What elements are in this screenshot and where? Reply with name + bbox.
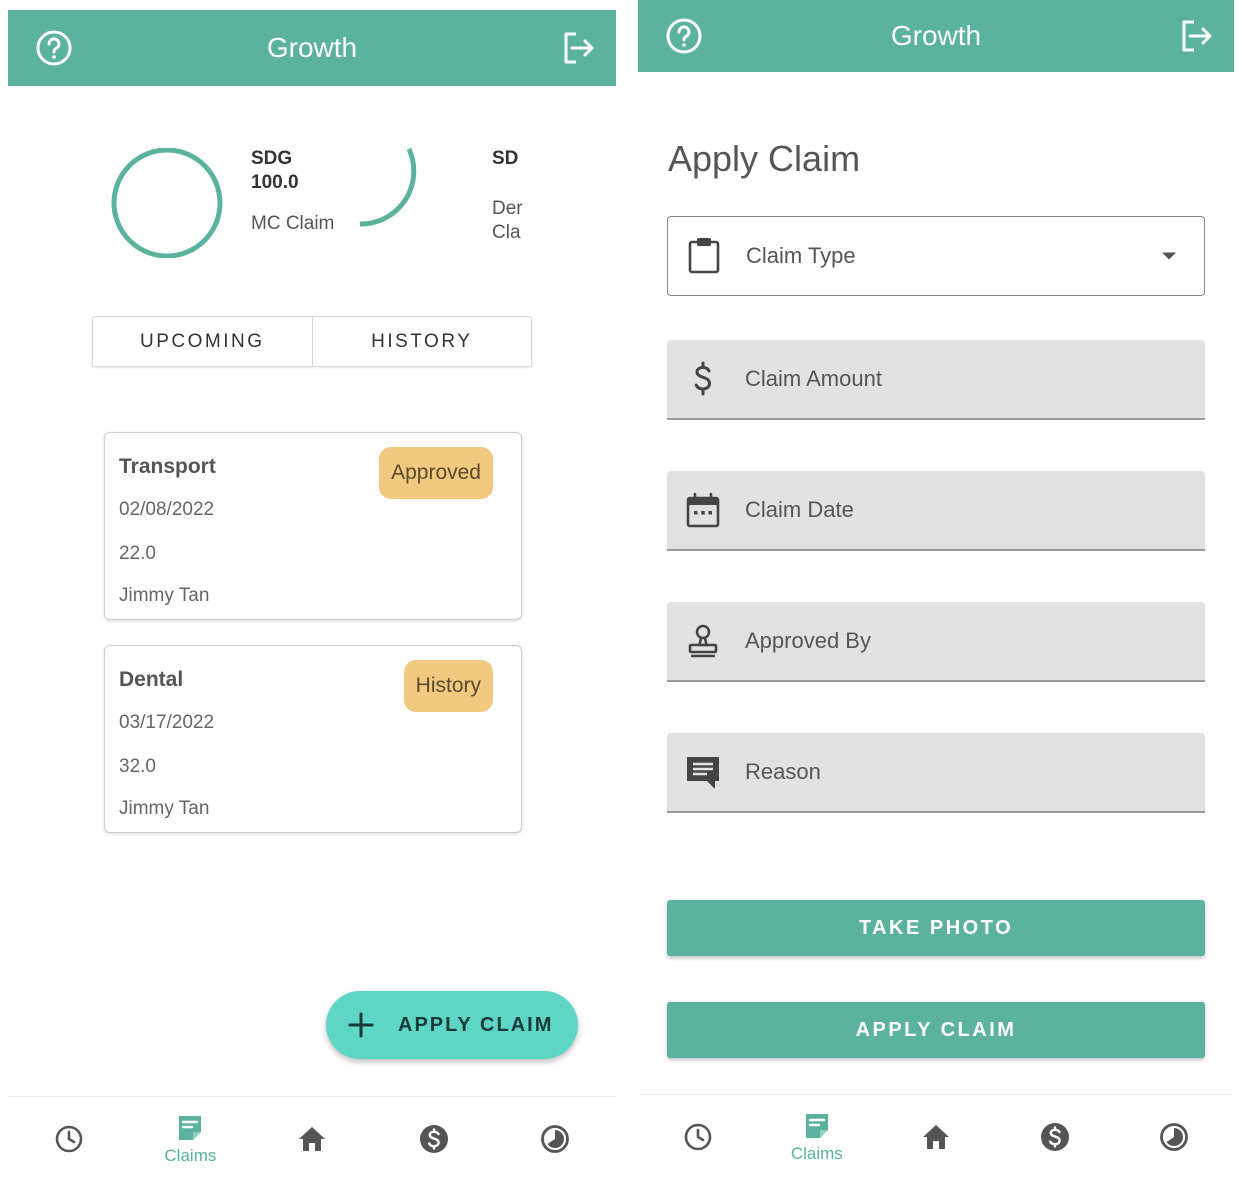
dental-claim-stat: SD Der Cla	[492, 147, 532, 245]
claim-type-label: Claim Type	[746, 243, 856, 268]
page-title: Apply Claim	[668, 138, 861, 179]
claim-card-dental[interactable]: Dental 03/17/2022 32.0 Jimmy Tan History	[104, 645, 522, 833]
claim-type: Transport	[119, 455, 216, 478]
claim-person: Jimmy Tan	[119, 585, 210, 606]
pie-chart-icon	[1160, 1122, 1189, 1151]
claims-tabs: UPCOMING HISTORY	[92, 316, 532, 367]
nav-item-history[interactable]	[638, 1095, 757, 1178]
claim-type: Dental	[119, 668, 184, 691]
tab-history[interactable]: HISTORY	[311, 317, 532, 366]
nav-item-history[interactable]	[8, 1097, 130, 1180]
logout-icon[interactable]	[1176, 16, 1216, 56]
tab-upcoming[interactable]: UPCOMING	[93, 317, 312, 366]
stat-code: SDG	[251, 148, 293, 169]
comment-icon	[687, 757, 719, 789]
claim-date: 02/08/2022	[119, 499, 215, 520]
claims-icon	[805, 1113, 828, 1138]
claim-date-label: Claim Date	[745, 497, 854, 522]
nav-item-claims[interactable]: Claims	[130, 1097, 252, 1180]
claim-date: 03/17/2022	[119, 712, 215, 733]
app-bar: Growth	[638, 0, 1234, 72]
home-icon	[298, 1126, 325, 1151]
dollar-icon	[419, 1124, 448, 1153]
status-badge: History	[403, 660, 493, 712]
home-icon	[923, 1124, 949, 1149]
claim-type-select[interactable]: Claim Type	[667, 216, 1205, 296]
stat-code: SD	[492, 148, 519, 169]
nav-item-payments[interactable]	[373, 1097, 495, 1180]
claim-amount-field[interactable]: Claim Amount	[667, 340, 1205, 420]
app-title: Growth	[890, 20, 982, 51]
nav-item-reports[interactable]	[494, 1097, 616, 1180]
mc-claim-stat: SDG 100.0 MC Claim	[251, 147, 334, 235]
dental-progress-ring	[359, 147, 417, 227]
stat-value: 100.0	[251, 172, 299, 193]
claims-list-screen: Growth SDG 100.0 MC Claim SD Der Cla UPC…	[0, 0, 624, 1180]
logout-icon[interactable]	[558, 28, 598, 68]
pie-chart-icon	[541, 1124, 570, 1153]
sdg-progress-ring	[111, 148, 223, 258]
app-title: Growth	[266, 32, 358, 63]
claim-amount: 22.0	[119, 543, 156, 564]
claim-person: Jimmy Tan	[119, 798, 210, 819]
claims-icon	[179, 1115, 202, 1140]
bottom-nav: Claims	[638, 1094, 1234, 1178]
clipboard-icon	[688, 238, 720, 274]
approved-by-field[interactable]: Approved By	[667, 602, 1205, 682]
app-bar: Growth	[8, 10, 616, 86]
clock-icon	[684, 1123, 711, 1150]
dollar-sign-icon	[694, 361, 712, 396]
dollar-icon	[1041, 1122, 1070, 1151]
nav-item-reports[interactable]	[1115, 1095, 1234, 1178]
claim-date-field[interactable]: Claim Date	[667, 471, 1205, 551]
fab-label: APPLY CLAIM	[398, 1013, 554, 1036]
claim-card-transport[interactable]: Transport 02/08/2022 22.0 Jimmy Tan Appr…	[104, 432, 522, 620]
nav-claims-label: Claims	[164, 1145, 217, 1165]
reason-field[interactable]: Reason	[667, 733, 1205, 813]
claim-amount: 32.0	[119, 756, 156, 777]
apply-claim-screen: Growth Apply Claim Claim Type Claim Amou…	[630, 0, 1242, 1180]
stamp-icon	[688, 624, 718, 658]
bottom-nav: Claims	[8, 1096, 616, 1180]
take-photo-button[interactable]: TAKE PHOTO	[667, 900, 1205, 956]
apply-claim-button[interactable]: APPLY CLAIM	[667, 1002, 1205, 1058]
stat-name-line1: Der	[492, 198, 523, 219]
calendar-icon	[686, 492, 720, 528]
nav-item-claims[interactable]: Claims	[757, 1095, 876, 1178]
nav-claims-label: Claims	[790, 1143, 843, 1163]
apply-claim-fab[interactable]: APPLY CLAIM	[326, 991, 578, 1059]
help-icon[interactable]	[664, 16, 704, 56]
status-badge: Approved	[379, 447, 493, 499]
nav-item-home[interactable]	[251, 1097, 373, 1180]
plus-icon	[348, 1012, 374, 1038]
stat-name-line2: Cla	[492, 222, 521, 243]
stat-name: MC Claim	[251, 213, 335, 234]
help-icon[interactable]	[34, 28, 74, 68]
clock-icon	[55, 1125, 83, 1152]
nav-item-home[interactable]	[876, 1095, 995, 1178]
claim-amount-label: Claim Amount	[745, 366, 882, 391]
approved-by-label: Approved By	[745, 628, 871, 653]
reason-label: Reason	[745, 759, 821, 784]
chevron-down-icon	[1162, 252, 1176, 260]
nav-item-payments[interactable]	[996, 1095, 1115, 1178]
